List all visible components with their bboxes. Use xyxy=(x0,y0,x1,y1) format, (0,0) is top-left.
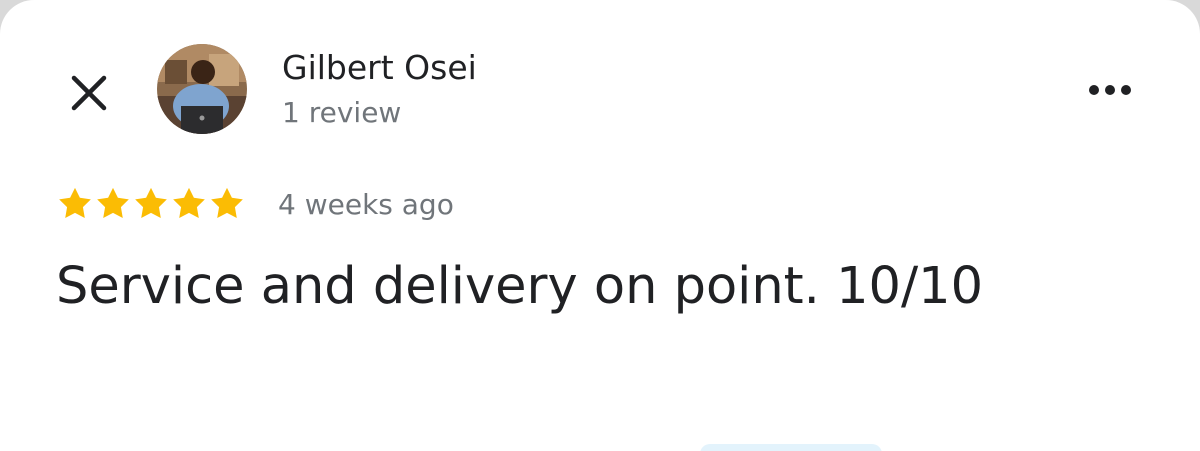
star-icon xyxy=(135,187,167,218)
author-name[interactable]: Gilbert Osei xyxy=(282,48,477,87)
more-horizontal-icon xyxy=(1089,85,1131,95)
rating-row: 4 weeks ago xyxy=(56,182,454,226)
close-icon xyxy=(71,75,107,111)
close-button[interactable] xyxy=(62,66,116,120)
review-text: Service and delivery on point. 10/10 xyxy=(56,257,984,316)
star-icon xyxy=(211,187,243,218)
star-rating xyxy=(56,185,246,223)
avatar-photo xyxy=(157,44,247,134)
avatar[interactable] xyxy=(157,44,247,134)
bottom-hint-chip xyxy=(700,444,882,451)
star-icon xyxy=(97,187,129,218)
more-options-button[interactable] xyxy=(1078,68,1142,112)
star-icon xyxy=(59,187,91,218)
author-review-count: 1 review xyxy=(282,96,402,129)
star-icon xyxy=(173,187,205,218)
review-date: 4 weeks ago xyxy=(278,187,454,221)
review-sheet: Gilbert Osei 1 review 4 weeks ago Servic… xyxy=(0,0,1200,451)
